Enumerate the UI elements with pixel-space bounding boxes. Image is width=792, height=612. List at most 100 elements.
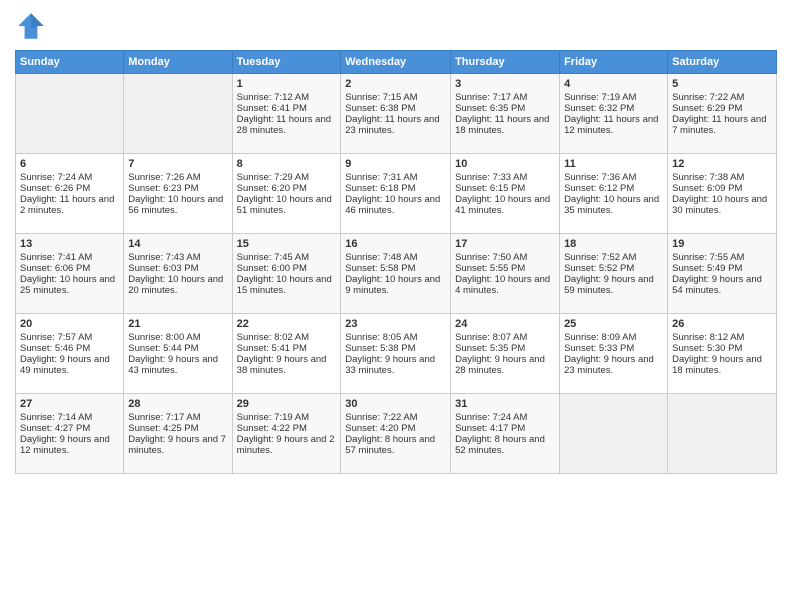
calendar-cell: 4Sunrise: 7:19 AMSunset: 6:32 PMDaylight… [560, 74, 668, 154]
sunrise: Sunrise: 7:22 AM [672, 92, 744, 103]
calendar-cell: 12Sunrise: 7:38 AMSunset: 6:09 PMDayligh… [668, 154, 777, 234]
calendar-cell: 17Sunrise: 7:50 AMSunset: 5:55 PMDayligh… [451, 234, 560, 314]
day-number: 27 [20, 398, 119, 410]
sunset: Sunset: 6:00 PM [237, 263, 307, 274]
week-row-0: 1 Sunrise: 7:12 AMSunset: 6:41 PM Daylight… [16, 74, 777, 154]
sunrise: Sunrise: 7:17 AM [455, 92, 527, 103]
calendar-cell: 5Sunrise: 7:22 AMSunset: 6:29 PMDaylight… [668, 74, 777, 154]
sunrise: Sunrise: 7:52 AM [564, 252, 636, 263]
day-number: 16 [345, 238, 446, 250]
sunset: Sunset: 5:38 PM [345, 343, 415, 354]
calendar-cell: 21Sunrise: 8:00 AMSunset: 5:44 PMDayligh… [124, 314, 232, 394]
calendar-cell: 11Sunrise: 7:36 AMSunset: 6:12 PMDayligh… [560, 154, 668, 234]
daylight: Daylight: 10 hours and 15 minutes. [237, 274, 332, 296]
calendar-cell: 31Sunrise: 7:24 AMSunset: 4:17 PMDayligh… [451, 394, 560, 474]
sunset: Sunset: 6:29 PM [672, 103, 742, 114]
sunrise: Sunrise: 7:36 AM [564, 172, 636, 183]
sunset: Sunset: 6:12 PM [564, 183, 634, 194]
day-number: 30 [345, 398, 446, 410]
calendar-cell: 8 Sunrise: 7:29 AMSunset: 6:20 PMDaylight… [232, 154, 341, 234]
day-number: 1 [237, 78, 337, 90]
day-number: 28 [128, 398, 227, 410]
day-number: 18 [564, 238, 663, 250]
header [15, 10, 777, 42]
week-row-3: 20Sunrise: 7:57 AMSunset: 5:46 PMDayligh… [16, 314, 777, 394]
sunset: Sunset: 6:20 PM [237, 183, 307, 194]
daylight: Daylight: 10 hours and 46 minutes. [345, 194, 440, 216]
calendar-cell: 1Sunrise: 7:12 AMSunset: 6:41 PMDaylight… [232, 74, 341, 154]
calendar-cell: 29Sunrise: 7:19 AMSunset: 4:22 PMDayligh… [232, 394, 341, 474]
calendar-cell: 30Sunrise: 7:22 AMSunset: 4:20 PMDayligh… [341, 394, 451, 474]
sunset: Sunset: 6:38 PM [345, 103, 415, 114]
sunset: Sunset: 4:27 PM [20, 423, 90, 434]
calendar-cell: 7Sunrise: 7:26 AMSunset: 6:23 PMDaylight… [124, 154, 232, 234]
daylight: Daylight: 11 hours and 7 minutes. [672, 114, 766, 136]
day-number: 7 [128, 158, 227, 170]
daylight: Daylight: 9 hours and 49 minutes. [20, 354, 110, 376]
sunrise: Sunrise: 7:12 AM [237, 92, 309, 103]
daylight: Daylight: 9 hours and 18 minutes. [672, 354, 762, 376]
sunrise: Sunrise: 8:05 AM [345, 332, 417, 343]
daylight: Daylight: 10 hours and 20 minutes. [128, 274, 223, 296]
sunrise: Sunrise: 7:14 AM [20, 412, 92, 423]
daylight: Daylight: 9 hours and 23 minutes. [564, 354, 654, 376]
daylight: Daylight: 10 hours and 35 minutes. [564, 194, 659, 216]
sunrise: Sunrise: 7:26 AM [128, 172, 200, 183]
sunset: Sunset: 6:41 PM [237, 103, 307, 114]
daylight: Daylight: 9 hours and 33 minutes. [345, 354, 435, 376]
sunrise: Sunrise: 8:09 AM [564, 332, 636, 343]
sunset: Sunset: 4:20 PM [345, 423, 415, 434]
day-number: 4 [564, 78, 663, 90]
calendar-cell: 24Sunrise: 8:07 AMSunset: 5:35 PMDayligh… [451, 314, 560, 394]
calendar-cell: 26Sunrise: 8:12 AMSunset: 5:30 PMDayligh… [668, 314, 777, 394]
calendar-cell: 25Sunrise: 8:09 AMSunset: 5:33 PMDayligh… [560, 314, 668, 394]
calendar-cell: 20 Sunrise: 7:57 AMSunset: 5:46 PMDayligh… [16, 314, 124, 394]
day-header-saturday: Saturday [668, 51, 777, 74]
daylight: Daylight: 10 hours and 30 minutes. [672, 194, 767, 216]
page: SundayMondayTuesdayWednesdayThursdayFrid… [0, 0, 792, 484]
sunrise: Sunrise: 7:38 AM [672, 172, 744, 183]
sunrise: Sunrise: 7:29 AM [237, 172, 309, 183]
daylight: Daylight: 10 hours and 51 minutes. [237, 194, 332, 216]
sunset: Sunset: 4:17 PM [455, 423, 525, 434]
week-row-4: 27Sunrise: 7:14 AMSunset: 4:27 PMDayligh… [16, 394, 777, 474]
day-number: 20 [20, 318, 119, 330]
sunset: Sunset: 6:32 PM [564, 103, 634, 114]
sunset: Sunset: 6:09 PM [672, 183, 742, 194]
calendar-cell: 18Sunrise: 7:52 AMSunset: 5:52 PMDayligh… [560, 234, 668, 314]
sunset: Sunset: 6:26 PM [20, 183, 90, 194]
sunset: Sunset: 6:15 PM [455, 183, 525, 194]
calendar-cell [16, 74, 124, 154]
daylight: Daylight: 9 hours and 38 minutes. [237, 354, 327, 376]
sunset: Sunset: 6:03 PM [128, 263, 198, 274]
sunrise: Sunrise: 7:43 AM [128, 252, 200, 263]
day-number: 19 [672, 238, 772, 250]
sunrise: Sunrise: 7:33 AM [455, 172, 527, 183]
header-row: SundayMondayTuesdayWednesdayThursdayFrid… [16, 51, 777, 74]
daylight: Daylight: 11 hours and 18 minutes. [455, 114, 549, 136]
day-number: 10 [455, 158, 555, 170]
calendar-cell [560, 394, 668, 474]
daylight: Daylight: 11 hours and 2 minutes. [20, 194, 114, 216]
sunrise: Sunrise: 7:48 AM [345, 252, 417, 263]
daylight: Daylight: 10 hours and 9 minutes. [345, 274, 440, 296]
sunrise: Sunrise: 7:55 AM [672, 252, 744, 263]
day-header-tuesday: Tuesday [232, 51, 341, 74]
calendar-cell: 9Sunrise: 7:31 AMSunset: 6:18 PMDaylight… [341, 154, 451, 234]
sunrise: Sunrise: 7:17 AM [128, 412, 200, 423]
day-number: 31 [455, 398, 555, 410]
calendar-cell: 3Sunrise: 7:17 AMSunset: 6:35 PMDaylight… [451, 74, 560, 154]
sunrise: Sunrise: 7:57 AM [20, 332, 92, 343]
sunset: Sunset: 6:35 PM [455, 103, 525, 114]
day-number: 8 [237, 158, 337, 170]
sunset: Sunset: 5:46 PM [20, 343, 90, 354]
day-number: 29 [237, 398, 337, 410]
sunset: Sunset: 4:22 PM [237, 423, 307, 434]
day-number: 26 [672, 318, 772, 330]
calendar-cell: 19Sunrise: 7:55 AMSunset: 5:49 PMDayligh… [668, 234, 777, 314]
week-row-2: 13Sunrise: 7:41 AMSunset: 6:06 PMDayligh… [16, 234, 777, 314]
sunset: Sunset: 5:41 PM [237, 343, 307, 354]
day-header-thursday: Thursday [451, 51, 560, 74]
calendar-cell: 13Sunrise: 7:41 AMSunset: 6:06 PMDayligh… [16, 234, 124, 314]
sunrise: Sunrise: 7:24 AM [455, 412, 527, 423]
